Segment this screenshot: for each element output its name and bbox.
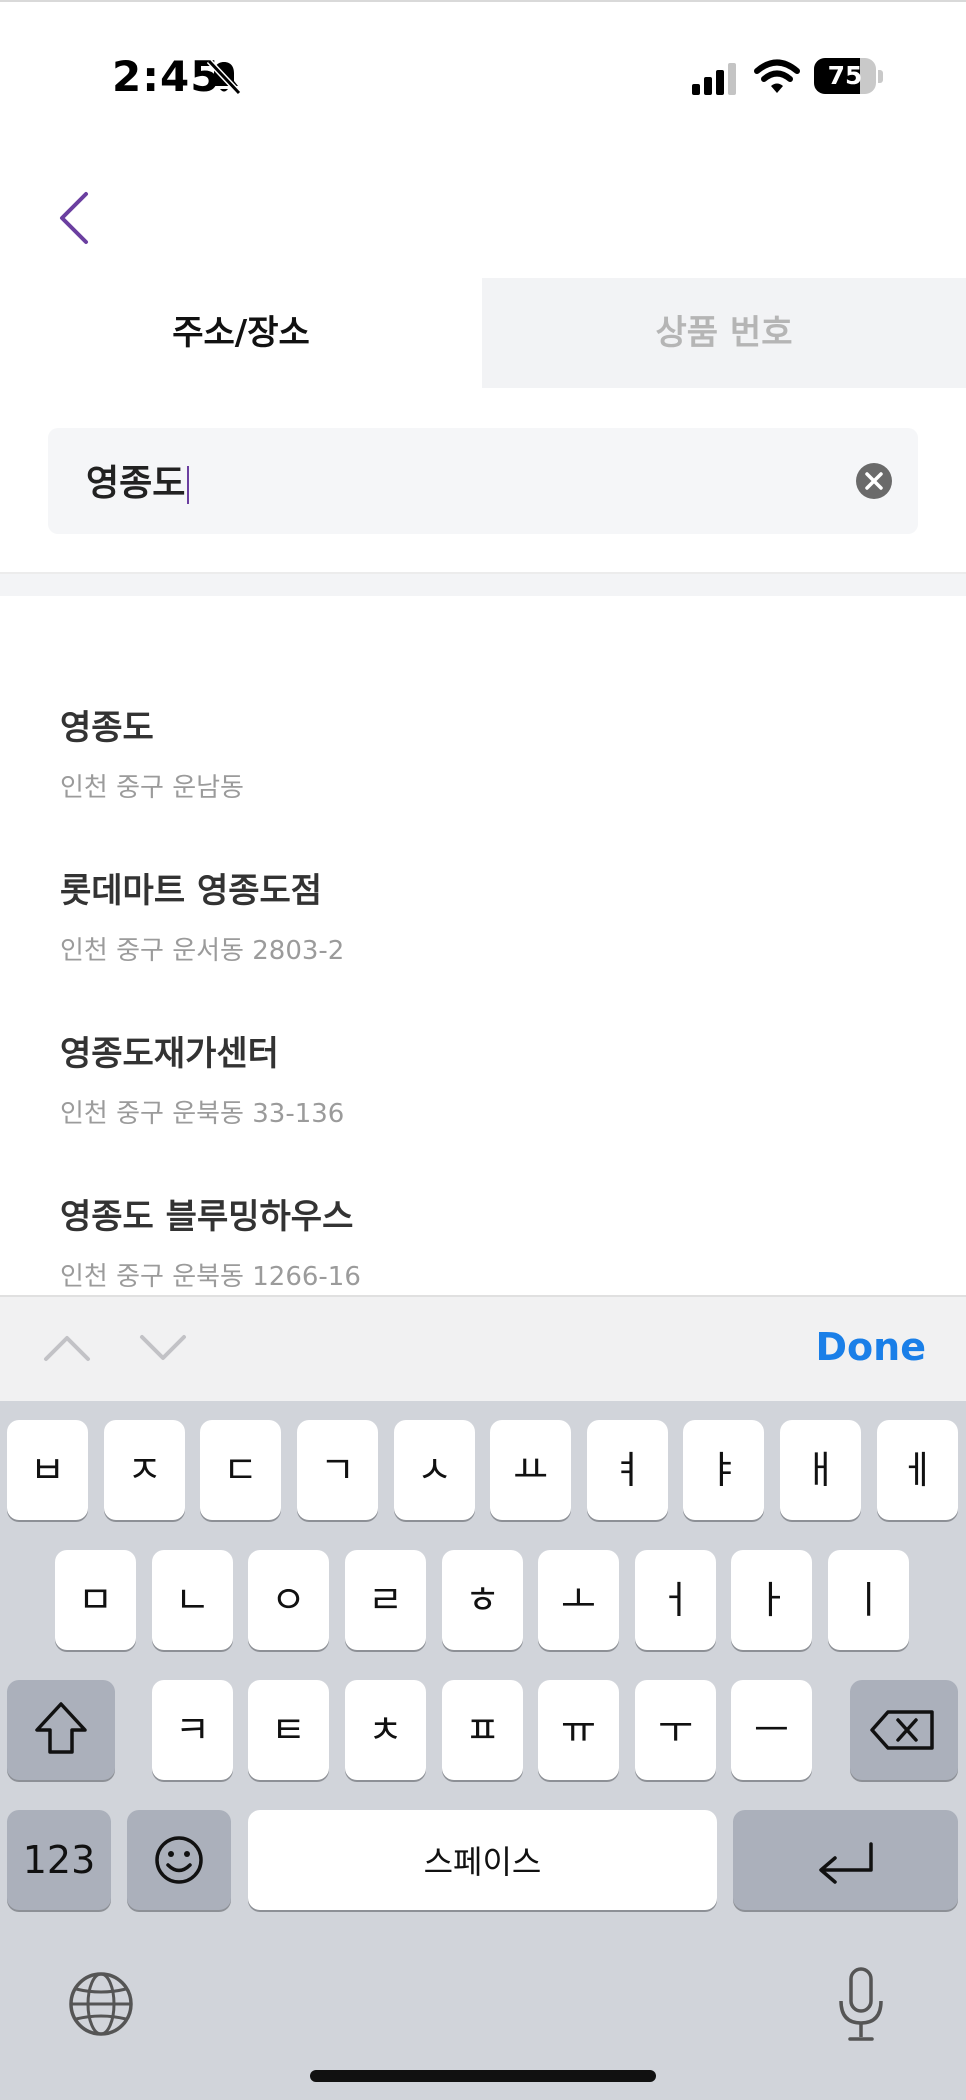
battery-icon: 75 (814, 58, 884, 96)
emoji-key[interactable] (127, 1810, 231, 1910)
result-address: 인천 중구 운북동 1266-16 (60, 1262, 361, 1292)
search-input[interactable]: 영종도 (48, 428, 918, 534)
result-item[interactable]: 영종도 블루밍하우스 인천 중구 운북동 1266-16 (60, 1189, 920, 1293)
clear-circle-icon[interactable] (856, 463, 892, 499)
key[interactable]: ㅎ (442, 1550, 523, 1650)
emoji-icon (155, 1836, 203, 1884)
result-address: 인천 중구 운남동 (60, 773, 244, 803)
status-bar: 2:45 75 (0, 0, 966, 150)
result-title: 영종도 (60, 708, 154, 748)
result-address: 인천 중구 운북동 33-136 (60, 1099, 345, 1129)
key[interactable]: ㅌ (248, 1680, 329, 1780)
key[interactable]: ㅣ (828, 1550, 909, 1650)
key[interactable]: ㅑ (683, 1420, 764, 1520)
key[interactable]: ㅛ (490, 1420, 571, 1520)
wifi-icon (754, 58, 800, 96)
key[interactable]: ㄱ (297, 1420, 378, 1520)
key[interactable]: ㅂ (7, 1420, 88, 1520)
chevron-up-icon[interactable] (42, 1327, 92, 1367)
key[interactable]: ㅋ (152, 1680, 233, 1780)
key[interactable]: ㅁ (55, 1550, 136, 1650)
key[interactable]: ㅈ (104, 1420, 185, 1520)
key[interactable]: ㅠ (538, 1680, 619, 1780)
key[interactable]: ㄷ (200, 1420, 281, 1520)
signal-icon (692, 62, 738, 96)
battery-level: 75 (827, 61, 863, 90)
key[interactable]: ㄴ (152, 1550, 233, 1650)
search-input-value: 영종도 (86, 463, 186, 504)
text-caret (187, 466, 190, 504)
home-indicator[interactable] (310, 2070, 656, 2082)
space-key[interactable]: 스페이스 (248, 1810, 717, 1910)
key[interactable]: ㅏ (731, 1550, 812, 1650)
key[interactable]: ㅡ (731, 1680, 812, 1780)
tab-address-place[interactable]: 주소/장소 (0, 278, 482, 388)
result-item[interactable]: 영종도 인천 중구 운남동 (60, 700, 920, 804)
chevron-down-icon[interactable] (138, 1327, 188, 1367)
result-title: 영종도재가센터 (60, 1034, 279, 1074)
key[interactable]: ㅔ (877, 1420, 958, 1520)
tab-product-number[interactable]: 상품 번호 (482, 278, 966, 388)
key[interactable]: ㅜ (635, 1680, 716, 1780)
microphone-icon[interactable] (836, 1965, 886, 2045)
return-icon (819, 1842, 873, 1884)
keyboard: ㅂ ㅈ ㄷ ㄱ ㅅ ㅛ ㅕ ㅑ ㅐ ㅔ ㅁ ㄴ ㅇ ㄹ ㅎ ㅗ ㅓ ㅏ ㅣ ㅋ … (0, 1401, 966, 2100)
backspace-key[interactable] (850, 1680, 958, 1780)
keyboard-accessory-bar: Done (0, 1295, 966, 1403)
key[interactable]: ㄹ (345, 1550, 426, 1650)
return-key[interactable] (733, 1810, 958, 1910)
back-button[interactable] (50, 188, 100, 248)
chevron-left-icon (60, 192, 88, 244)
numbers-key[interactable]: 123 (7, 1810, 111, 1910)
result-address: 인천 중구 운서동 2803-2 (60, 936, 345, 966)
key[interactable]: ㅇ (248, 1550, 329, 1650)
shift-key[interactable] (7, 1680, 115, 1780)
space-key-label: 스페이스 (423, 1843, 542, 1881)
key[interactable]: ㅅ (394, 1420, 475, 1520)
key[interactable]: ㅍ (442, 1680, 523, 1780)
globe-icon[interactable] (66, 1969, 136, 2039)
backspace-icon (870, 1710, 934, 1750)
section-divider (0, 572, 966, 596)
key[interactable]: ㅐ (780, 1420, 861, 1520)
result-title: 영종도 블루밍하우스 (60, 1197, 354, 1237)
result-item[interactable]: 롯데마트 영종도점 인천 중구 운서동 2803-2 (60, 863, 920, 967)
key[interactable]: ㅕ (587, 1420, 668, 1520)
done-button[interactable]: Done (816, 1325, 926, 1369)
bell-slash-icon (204, 57, 244, 97)
result-title: 롯데마트 영종도점 (60, 871, 323, 911)
key[interactable]: ㅊ (345, 1680, 426, 1780)
key[interactable]: ㅗ (538, 1550, 619, 1650)
result-item[interactable]: 영종도재가센터 인천 중구 운북동 33-136 (60, 1026, 920, 1130)
shift-icon (35, 1702, 87, 1754)
key[interactable]: ㅓ (635, 1550, 716, 1650)
